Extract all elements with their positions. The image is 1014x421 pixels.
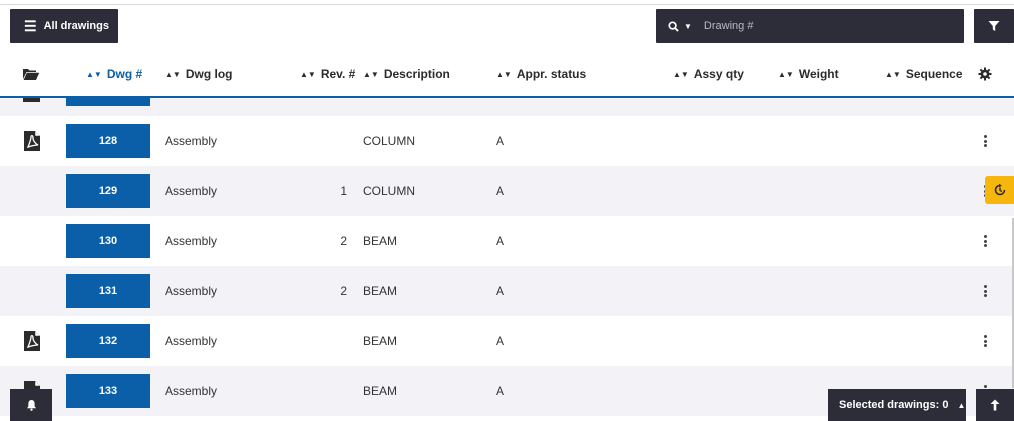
dwg-log-cell: Assembly (165, 134, 218, 148)
description-cell: BEAM (363, 234, 398, 248)
hamburger-icon: ☰ (24, 18, 37, 34)
table-row-partial (0, 98, 1014, 116)
column-header-sequence[interactable]: ▲▼ Sequence (885, 52, 963, 96)
drawing-search-input[interactable] (703, 20, 944, 32)
kebab-icon[interactable] (978, 133, 992, 149)
drawing-number-button[interactable]: 130 (66, 224, 150, 258)
appr-status-cell: A (496, 184, 505, 198)
history-button[interactable] (985, 176, 1014, 204)
sort-icon: ▲▼ (165, 69, 181, 79)
rev-cell (300, 316, 347, 366)
rev-cell: 2 (340, 284, 347, 298)
kebab-icon[interactable] (978, 283, 992, 299)
top-divider (0, 4, 1014, 5)
selected-drawings-toggle[interactable]: Selected drawings: 0 ▲ (828, 389, 966, 421)
drawing-number-button[interactable] (66, 98, 150, 106)
all-drawings-button[interactable]: ☰ All drawings (10, 9, 118, 43)
all-drawings-label: All drawings (43, 20, 109, 32)
sort-icon: ▲▼ (673, 69, 689, 79)
column-header-dwg-num[interactable]: ▲▼ Dwg # (86, 52, 142, 96)
dwg-log-cell: Assembly (165, 234, 218, 248)
selected-drawings-count: 0 (942, 399, 949, 411)
table-row[interactable]: 129 Assembly 1 COLUMN A (0, 166, 1014, 216)
sort-icon: ▲▼ (885, 69, 901, 79)
dwg-log-cell: Assembly (165, 284, 218, 298)
appr-status-cell: A (496, 134, 505, 148)
drawings-table: 128 Assembly COLUMN A 129 Assembly 1 COL… (0, 116, 1014, 416)
history-icon (994, 183, 1005, 196)
search-bar: ▼ (656, 9, 964, 43)
rev-cell: 1 (340, 184, 347, 198)
column-settings-button[interactable] (978, 52, 992, 96)
notifications-button[interactable] (10, 389, 52, 421)
appr-status-cell: A (496, 384, 505, 398)
drawing-number-button[interactable]: 131 (66, 274, 150, 308)
kebab-icon[interactable] (978, 233, 992, 249)
description-cell: COLUMN (363, 184, 416, 198)
filter-icon (988, 21, 1000, 31)
sort-icon: ▲▼ (300, 69, 316, 79)
table-row[interactable]: 132 Assembly BEAM A (0, 316, 1014, 366)
column-header-rev-num[interactable]: ▲▼ Rev. # (300, 52, 355, 96)
rev-cell (300, 116, 347, 166)
appr-status-cell: A (496, 234, 505, 248)
table-row[interactable]: 128 Assembly COLUMN A (0, 116, 1014, 166)
appr-status-cell: A (496, 284, 505, 298)
gear-icon (978, 67, 992, 81)
sort-icon: ▲▼ (86, 69, 102, 79)
description-cell: BEAM (363, 284, 398, 298)
dwg-log-cell: Assembly (165, 334, 218, 348)
dwg-log-cell: Assembly (165, 184, 218, 198)
column-header-appr-status[interactable]: ▲▼ Appr. status (496, 52, 586, 96)
description-cell: BEAM (363, 384, 398, 398)
dwg-log-cell: Assembly (165, 384, 218, 398)
sort-icon: ▲▼ (778, 69, 794, 79)
column-header-assy-qty[interactable]: ▲▼ Assy qty (673, 52, 744, 96)
scroll-to-top-button[interactable] (976, 389, 1014, 421)
appr-status-cell: A (496, 334, 505, 348)
arrow-up-icon (990, 399, 1000, 411)
column-header-dwg-log[interactable]: ▲▼ Dwg log (165, 52, 233, 96)
kebab-icon[interactable] (978, 333, 992, 349)
caret-up-icon: ▲ (957, 400, 966, 410)
sort-icon: ▲▼ (496, 69, 512, 79)
bell-icon (26, 399, 36, 411)
pdf-file-icon (23, 98, 40, 102)
table-row[interactable]: 130 Assembly 2 BEAM A (0, 216, 1014, 266)
search-icon (668, 20, 679, 32)
rev-cell (300, 366, 347, 416)
drawing-number-button[interactable]: 133 (66, 374, 150, 408)
filter-button[interactable] (974, 9, 1014, 43)
drawing-number-button[interactable]: 129 (66, 174, 150, 208)
pdf-file-icon[interactable] (22, 130, 42, 152)
sort-icon: ▲▼ (363, 69, 379, 79)
description-cell: COLUMN (363, 134, 416, 148)
description-cell: BEAM (363, 334, 398, 348)
caret-down-icon: ▼ (684, 21, 692, 31)
search-type-dropdown[interactable]: ▼ (668, 20, 692, 32)
selected-drawings-label: Selected drawings: (839, 399, 940, 411)
drawing-number-button[interactable]: 128 (66, 124, 150, 158)
table-row[interactable]: 131 Assembly 2 BEAM A (0, 266, 1014, 316)
rev-cell: 2 (340, 234, 347, 248)
drawing-number-button[interactable]: 132 (66, 324, 150, 358)
pdf-file-icon[interactable] (22, 330, 42, 352)
folder-open-icon[interactable] (22, 52, 40, 96)
column-header-weight[interactable]: ▲▼ Weight (778, 52, 839, 96)
table-header: ▲▼ Dwg # ▲▼ Dwg log ▲▼ Rev. # ▲▼ Description… (0, 52, 1014, 96)
column-header-description[interactable]: ▲▼ Description (363, 52, 450, 96)
